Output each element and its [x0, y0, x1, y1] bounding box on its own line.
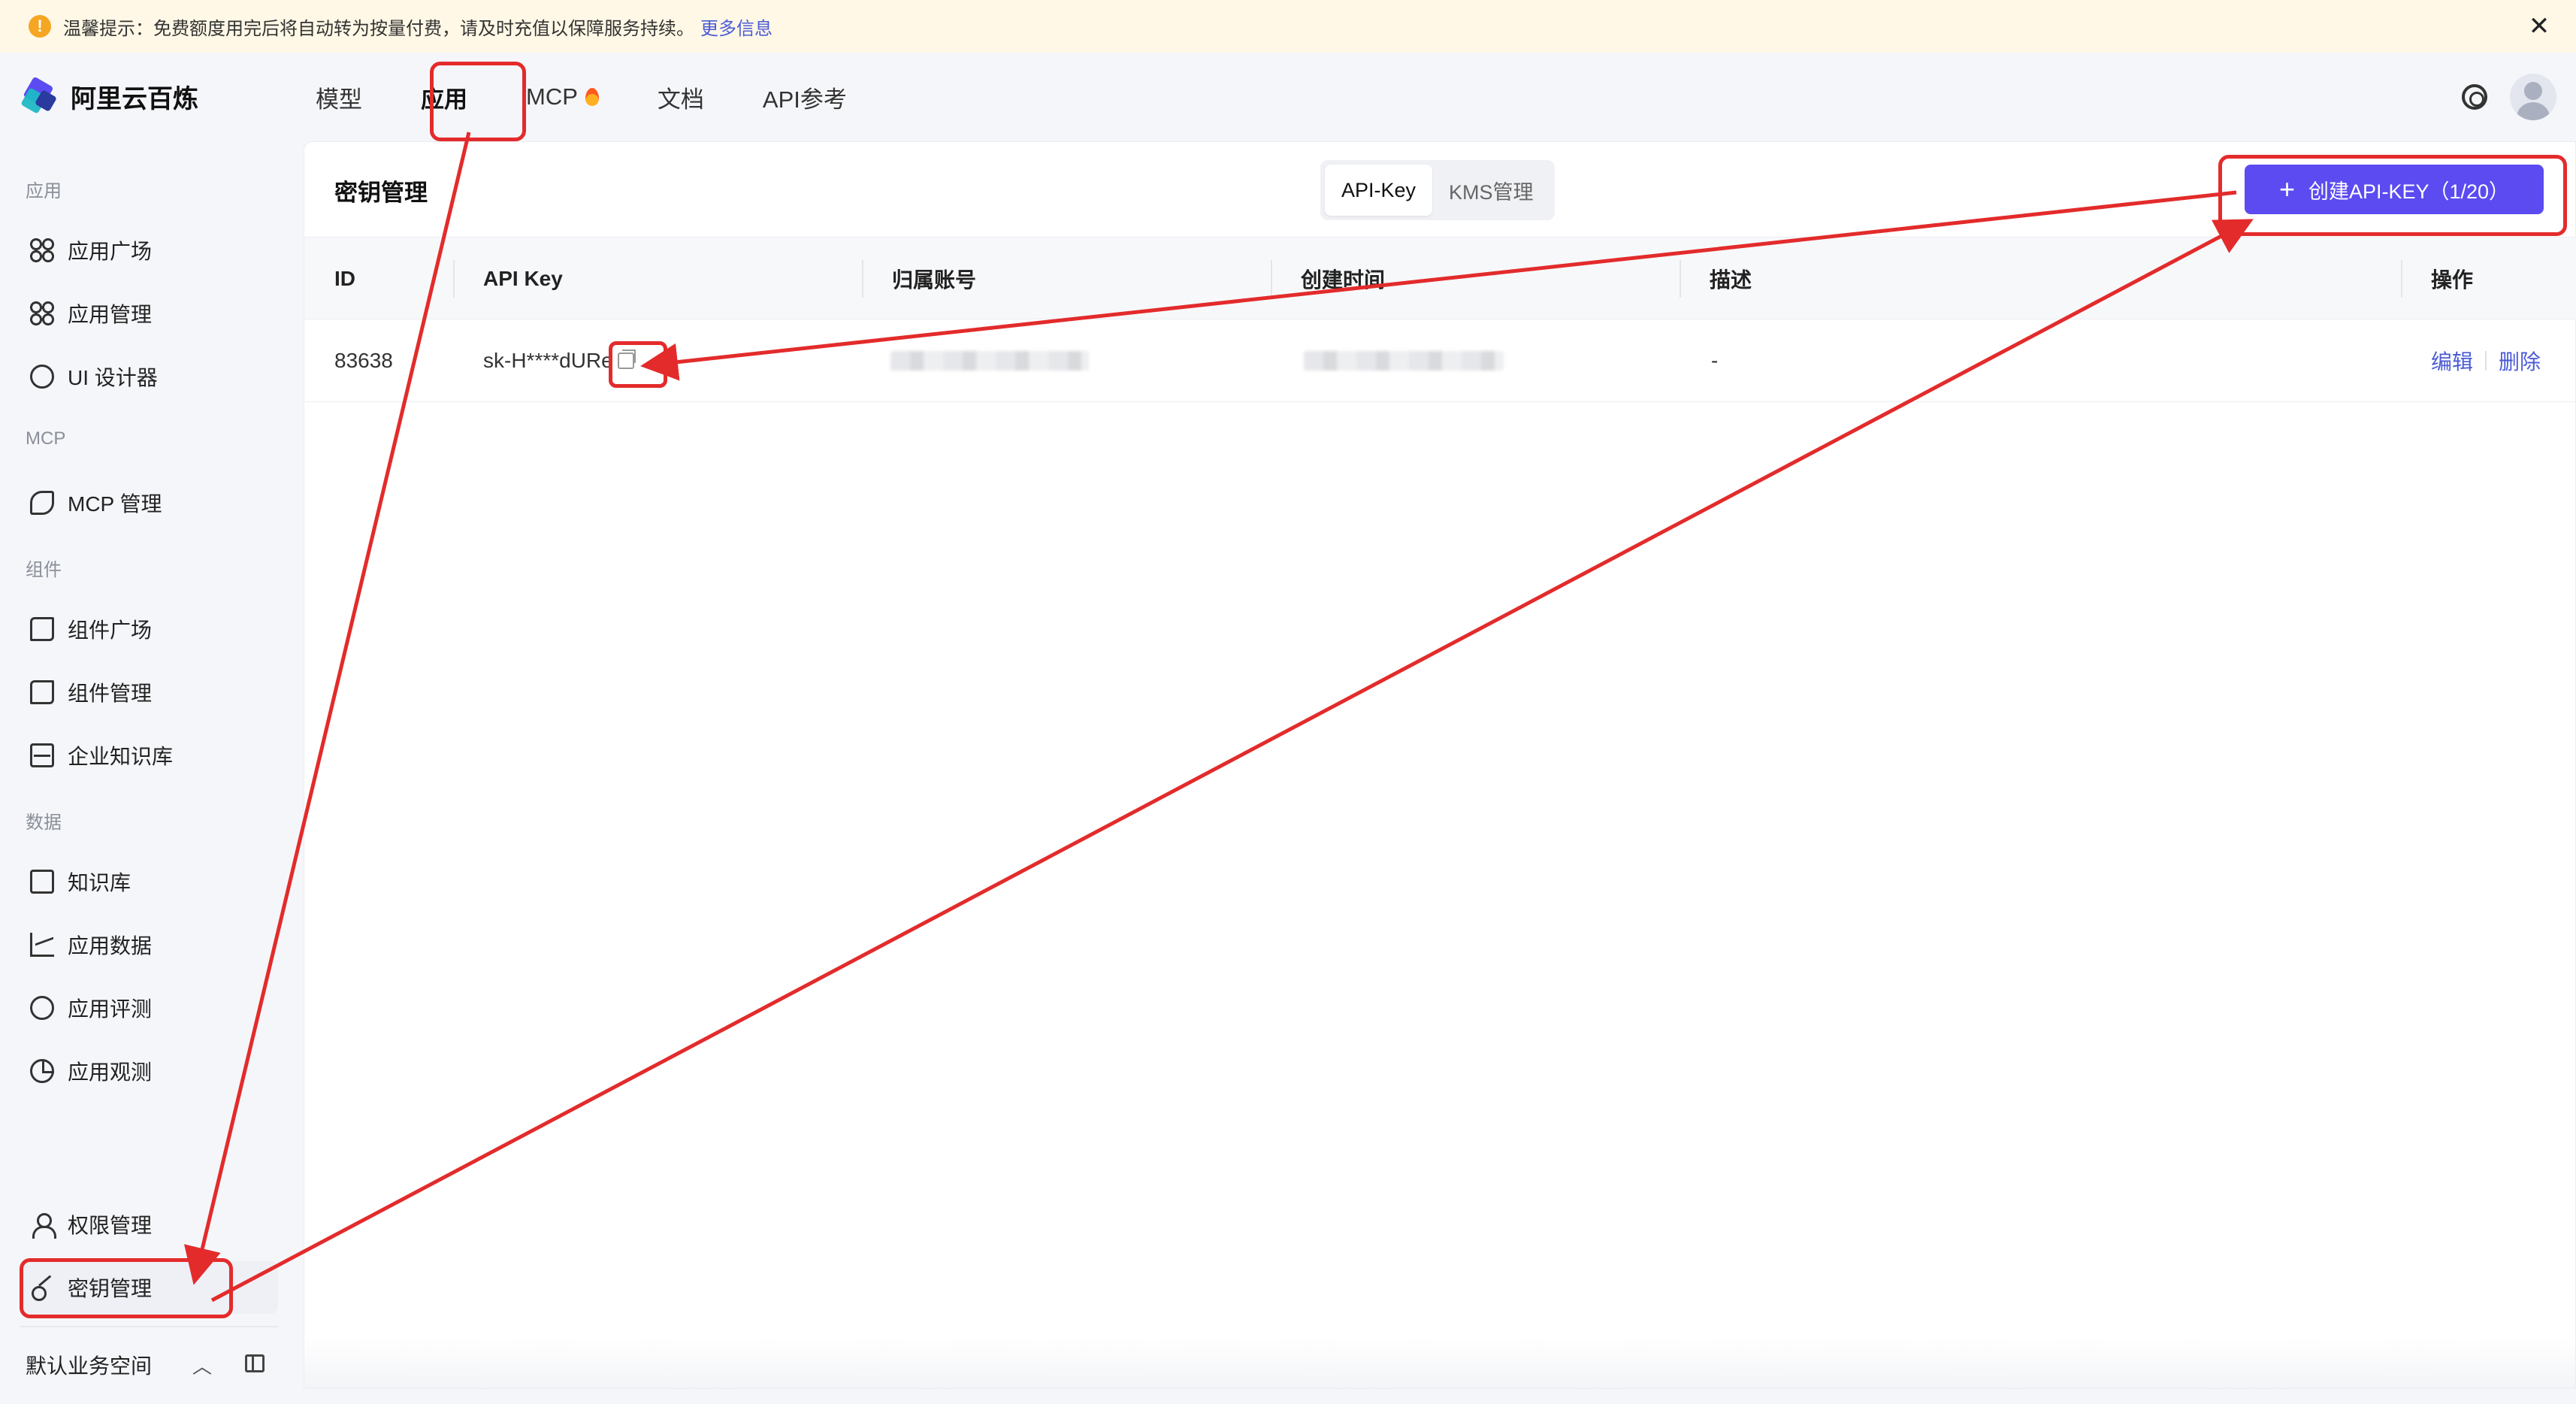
column-header-api-key: API Key — [483, 267, 563, 290]
sidebar-item-app-management[interactable]: 应用管理 — [20, 287, 278, 340]
palette-icon — [30, 365, 54, 389]
sidebar-item-label: UI 设计器 — [68, 366, 158, 389]
top-navigation: 阿里云百炼 模型 应用 MCP 文档 API参考 — [0, 53, 2576, 141]
table-header: ID API Key 归属账号 创建时间 描述 操作 — [304, 237, 2576, 319]
chevron-up-icon[interactable]: ︿ — [192, 1351, 212, 1379]
delete-link[interactable]: 删除 — [2499, 346, 2541, 376]
column-header-actions: 操作 — [2431, 268, 2474, 292]
redacted-account — [890, 351, 1089, 371]
column-header-account: 归属账号 — [892, 268, 977, 292]
sidebar-item-knowledge-base[interactable]: 知识库 — [20, 855, 278, 908]
tab-api-reference[interactable]: API参考 — [763, 80, 847, 114]
sidebar-item-enterprise-kb[interactable]: 企业知识库 — [20, 729, 278, 782]
main-panel: 密钥管理 API-Key KMS管理 + 创建API-KEY（1/20） ID … — [304, 141, 2576, 1389]
sidebar-item-label: 应用广场 — [68, 240, 153, 263]
cell-description: - — [1711, 349, 1719, 372]
tab-models[interactable]: 模型 — [316, 80, 362, 114]
collapse-sidebar-icon[interactable] — [245, 1354, 265, 1372]
pie-icon — [30, 1059, 54, 1083]
sidebar-item-label: 应用管理 — [68, 303, 153, 326]
logo-icon — [20, 76, 59, 115]
brand-logo[interactable]: 阿里云百炼 — [20, 76, 198, 115]
api-key-value: sk-H****dURe — [483, 349, 613, 372]
sidebar-item-label: 组件管理 — [68, 682, 153, 705]
sidebar-item-component-management[interactable]: 组件管理 — [20, 666, 278, 719]
gear-icon[interactable] — [2462, 84, 2487, 110]
book-icon — [30, 870, 54, 894]
sidebar-item-label: MCP 管理 — [68, 492, 162, 516]
sidebar-item-label: 应用数据 — [68, 934, 153, 958]
redacted-created-time — [1304, 351, 1504, 371]
annotation-box-key-management — [20, 1258, 233, 1318]
workspace-selector[interactable]: 默认业务空间 — [26, 1350, 152, 1380]
annotation-box-copy-icon — [609, 341, 667, 388]
column-header-id: ID — [334, 267, 355, 290]
notice-text: 温馨提示：免费额度用完后将自动转为按量付费，请及时充值以保障服务持续。 — [63, 18, 694, 39]
sidebar-item-ui-designer[interactable]: UI 设计器 — [20, 350, 278, 403]
tab-mcp[interactable]: MCP — [526, 83, 599, 110]
sidebar-item-permissions[interactable]: 权限管理 — [20, 1198, 278, 1251]
section-title-components: 组件 — [26, 560, 62, 580]
flame-icon — [585, 88, 599, 106]
sidebar: 应用 应用广场 应用管理 UI 设计器 MCP MCP 管理 组件 组件广场 组… — [0, 141, 302, 1404]
brand-name: 阿里云百炼 — [71, 85, 198, 113]
compass-icon — [30, 996, 54, 1020]
grid-icon — [30, 238, 54, 262]
sidebar-item-label: 应用观测 — [68, 1061, 153, 1084]
segment-api-key[interactable]: API-Key — [1325, 165, 1433, 216]
cell-account — [890, 319, 1089, 402]
avatar[interactable] — [2510, 74, 2556, 120]
inbox-icon — [30, 743, 54, 767]
section-title-data: 数据 — [26, 812, 62, 833]
cell-actions: 编辑 删除 — [2431, 319, 2541, 402]
puzzle-icon — [30, 680, 54, 704]
chart-icon — [30, 933, 54, 957]
grid-icon — [30, 301, 54, 325]
warning-icon: ! — [29, 15, 51, 38]
tab-docs[interactable]: 文档 — [658, 80, 704, 114]
sidebar-item-label: 权限管理 — [68, 1214, 153, 1237]
sidebar-item-label: 企业知识库 — [68, 745, 174, 768]
segment-kms[interactable]: KMS管理 — [1432, 165, 1550, 216]
mcp-icon — [30, 491, 54, 515]
column-header-created: 创建时间 — [1301, 268, 1386, 292]
bottom-fade — [304, 1338, 2576, 1389]
app-root: ! 温馨提示：免费额度用完后将自动转为按量付费，请及时充值以保障服务持续。 更多… — [0, 0, 2576, 1404]
sidebar-item-component-square[interactable]: 组件广场 — [20, 603, 278, 655]
sidebar-item-app-observability[interactable]: 应用观测 — [20, 1045, 278, 1097]
sidebar-item-label: 应用评测 — [68, 997, 153, 1021]
segment-control: API-Key KMS管理 — [1320, 160, 1555, 220]
sidebar-item-app-square[interactable]: 应用广场 — [20, 224, 278, 277]
notice-bar: ! 温馨提示：免费额度用完后将自动转为按量付费，请及时充值以保障服务持续。 更多… — [0, 0, 2576, 53]
sidebar-item-app-evaluation[interactable]: 应用评测 — [20, 982, 278, 1034]
annotation-box-apps-tab — [430, 62, 526, 141]
section-title-apps: 应用 — [26, 181, 62, 201]
sidebar-item-label: 组件广场 — [68, 619, 153, 642]
more-info-link[interactable]: 更多信息 — [700, 14, 772, 40]
section-title-mcp: MCP — [26, 428, 66, 449]
page-title: 密钥管理 — [334, 180, 428, 206]
sidebar-divider — [20, 1326, 278, 1327]
cell-id: 83638 — [334, 349, 393, 372]
user-icon — [30, 1212, 56, 1239]
cell-created — [1304, 319, 1504, 402]
tab-mcp-label: MCP — [526, 83, 578, 110]
annotation-box-create-button — [2218, 155, 2567, 236]
sidebar-item-mcp-management[interactable]: MCP 管理 — [20, 477, 278, 529]
sidebar-item-label: 知识库 — [68, 871, 132, 894]
puzzle-icon — [30, 617, 54, 641]
nav-tabs: 模型 应用 MCP 文档 API参考 — [316, 53, 906, 141]
edit-link[interactable]: 编辑 — [2431, 346, 2473, 376]
sidebar-item-app-data[interactable]: 应用数据 — [20, 918, 278, 971]
close-icon[interactable]: ✕ — [2525, 12, 2553, 41]
column-header-description: 描述 — [1710, 268, 1752, 292]
